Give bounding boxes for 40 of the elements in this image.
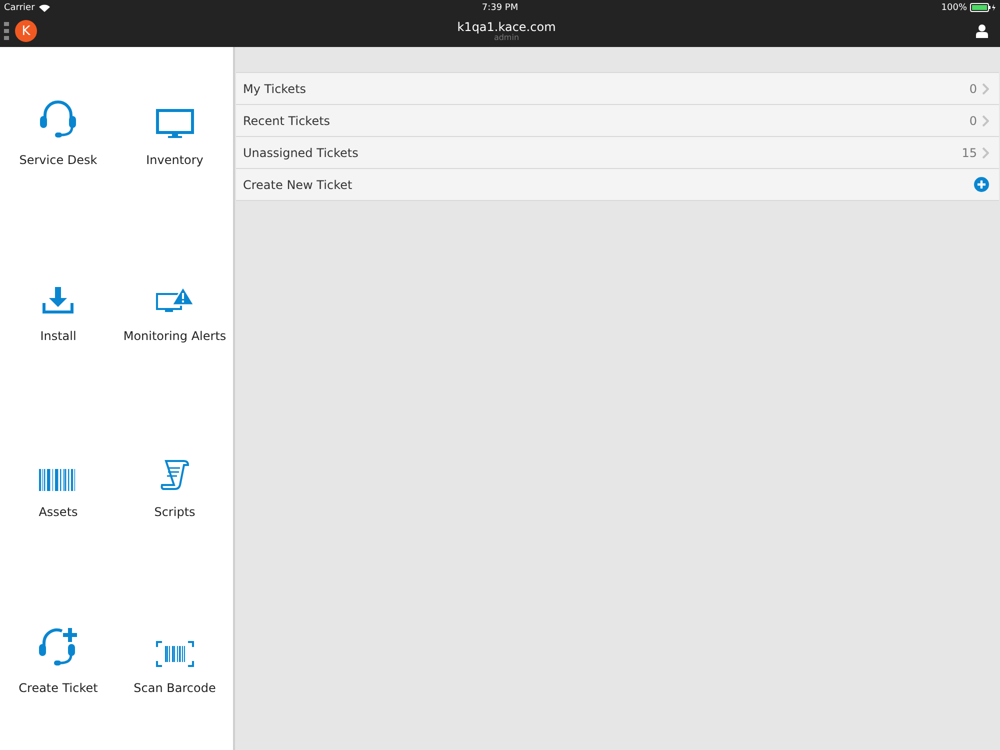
monitor-icon bbox=[156, 109, 194, 139]
menu-tile[interactable]: Assets bbox=[0, 399, 116, 575]
ticket-count: 15 bbox=[962, 146, 977, 160]
list-row[interactable]: Unassigned Tickets 15 bbox=[236, 137, 999, 169]
barcode-scan-icon bbox=[156, 641, 194, 667]
chevron-right-icon bbox=[982, 82, 989, 94]
row-label: Unassigned Tickets bbox=[243, 146, 360, 160]
row-label: Recent Tickets bbox=[243, 114, 332, 128]
ticket-count: 0 bbox=[969, 114, 977, 128]
menu-tile[interactable]: Monitoring Alerts bbox=[116, 223, 233, 399]
menu-icon[interactable] bbox=[4, 21, 9, 41]
list-row[interactable]: Recent Tickets 0 bbox=[236, 105, 999, 137]
row-label: Create New Ticket bbox=[243, 178, 354, 192]
chevron-right-icon bbox=[982, 114, 989, 126]
user-subtitle: admin bbox=[494, 34, 520, 42]
menu-tile[interactable]: Install bbox=[0, 223, 116, 399]
wifi-icon bbox=[38, 4, 50, 12]
menu-tile[interactable]: Scripts bbox=[116, 399, 233, 575]
barcode-icon bbox=[39, 469, 78, 491]
list-row[interactable]: Create New Ticket bbox=[236, 169, 999, 201]
scroll-icon bbox=[160, 459, 190, 491]
user-icon[interactable] bbox=[976, 24, 988, 38]
monitor-warning-icon bbox=[156, 287, 194, 315]
clock-time: 7:39 PM bbox=[482, 2, 518, 12]
battery-percent: 100% bbox=[941, 2, 967, 12]
menu-tile[interactable]: Scan Barcode bbox=[116, 575, 233, 750]
ticket-count: 0 bbox=[969, 82, 977, 96]
server-title: k1qa1.kace.com bbox=[457, 20, 556, 32]
row-label: My Tickets bbox=[243, 82, 308, 96]
add-icon[interactable] bbox=[974, 177, 989, 192]
menu-tile[interactable]: Inventory bbox=[116, 47, 233, 223]
headset-plus-icon bbox=[38, 627, 78, 667]
chevron-right-icon bbox=[982, 146, 989, 158]
menu-tile[interactable]: Service Desk bbox=[0, 47, 116, 223]
menu-tile[interactable]: Create Ticket bbox=[0, 575, 116, 750]
download-icon bbox=[42, 285, 74, 315]
headset-icon bbox=[39, 99, 78, 139]
carrier-name: Carrier bbox=[4, 2, 35, 12]
battery-icon bbox=[970, 3, 996, 12]
list-row[interactable]: My Tickets 0 bbox=[236, 73, 999, 105]
